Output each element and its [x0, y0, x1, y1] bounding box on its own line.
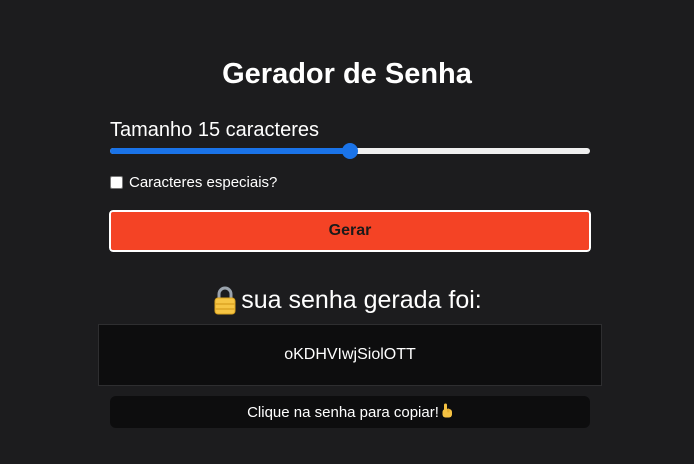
generated-password[interactable]: oKDHVIwjSiolOTT — [98, 324, 602, 386]
special-chars-checkbox[interactable] — [110, 175, 123, 189]
lock-icon — [212, 285, 238, 315]
special-chars-label[interactable]: Caracteres especiais? — [129, 174, 277, 191]
slider-thumb[interactable] — [342, 143, 358, 159]
slider-fill — [110, 148, 350, 154]
generate-button[interactable]: Gerar — [108, 209, 592, 253]
result-heading: sua senha gerada foi: — [0, 284, 694, 316]
special-chars-option[interactable]: Caracteres especiais? — [110, 172, 277, 192]
pointing-hand-icon — [441, 403, 453, 421]
password-generator-page: Gerador de Senha Tamanho 15 caracteres C… — [0, 0, 694, 464]
length-label: Tamanho 15 caracteres — [110, 119, 320, 141]
copy-hint-text: Clique na senha para copiar! — [247, 403, 439, 421]
length-slider[interactable] — [110, 143, 590, 159]
page-title: Gerador de Senha — [222, 58, 472, 90]
copy-hint: Clique na senha para copiar! — [110, 396, 590, 428]
result-heading-text: sua senha gerada foi: — [241, 286, 482, 314]
password-text[interactable]: oKDHVIwjSiolOTT — [284, 346, 416, 364]
